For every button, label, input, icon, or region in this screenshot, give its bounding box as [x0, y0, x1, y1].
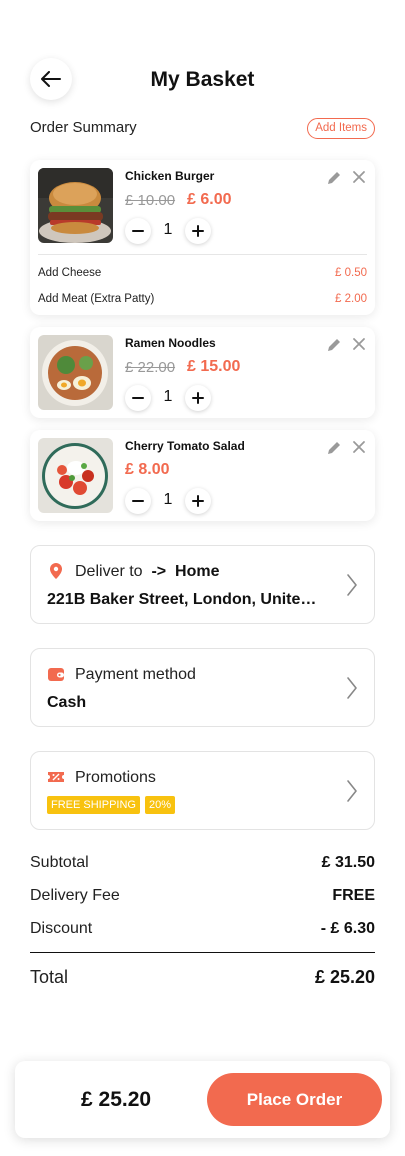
- quantity-stepper: 1: [125, 218, 215, 244]
- delivery-fee-row: Delivery Fee FREE: [30, 887, 375, 907]
- cherry-tomato-salad-image: [38, 438, 113, 513]
- increase-quantity-button[interactable]: [185, 385, 211, 411]
- order-summary-label: Order Summary: [30, 119, 137, 136]
- addon-label: Add Cheese: [38, 267, 102, 279]
- quantity-value: 1: [163, 221, 173, 238]
- order-summary-row: Order Summary Add Items: [30, 118, 375, 140]
- addon-label: Add Meat (Extra Patty): [38, 293, 155, 305]
- item-name: Chicken Burger: [125, 169, 215, 183]
- chevron-right-icon: [347, 574, 357, 596]
- quantity-value: 1: [163, 388, 173, 405]
- delivery-title: Deliver to -> Home: [75, 563, 219, 581]
- delivery-label: Deliver to: [75, 563, 143, 580]
- item-old-price: £ 10.00: [125, 192, 176, 209]
- discount-row: Discount - £ 6.30: [30, 920, 375, 940]
- totals-divider: [30, 952, 375, 953]
- addon-price: £ 0.50: [335, 267, 367, 279]
- coupon-icon: [48, 772, 64, 782]
- plus-icon: [192, 495, 204, 507]
- basket-item-cherry-tomato-salad: Cherry Tomato Salad £ 8.00 1: [30, 430, 375, 521]
- chevron-right-icon: [347, 677, 357, 699]
- discount-value: - £ 6.30: [320, 920, 375, 937]
- pencil-icon[interactable]: [326, 337, 342, 353]
- minus-icon: [132, 230, 144, 232]
- delivery-fee-value: FREE: [332, 887, 375, 904]
- delivery-address: 221B Baker Street, London, United K...: [47, 591, 322, 608]
- payment-method-card[interactable]: Payment method Cash: [30, 648, 375, 727]
- plus-icon: [192, 392, 204, 404]
- wallet-icon: [48, 668, 64, 681]
- basket-item-ramen-noodles: Ramen Noodles £ 22.00 £ 15.00 1: [30, 327, 375, 418]
- delivery-place: Home: [175, 563, 220, 580]
- addon-price: £ 2.00: [335, 293, 367, 305]
- minus-icon: [132, 397, 144, 399]
- quantity-stepper: 1: [125, 488, 215, 514]
- item-price: £ 15.00: [187, 358, 241, 375]
- pencil-icon[interactable]: [326, 170, 342, 186]
- increase-quantity-button[interactable]: [185, 488, 211, 514]
- footer-total: £ 25.20: [81, 1088, 152, 1111]
- divider: [38, 254, 367, 255]
- checkout-footer: £ 25.20 Place Order: [15, 1061, 390, 1138]
- decrease-quantity-button[interactable]: [125, 385, 151, 411]
- promotions-card[interactable]: Promotions FREE SHIPPING 20%: [30, 751, 375, 830]
- increase-quantity-button[interactable]: [185, 218, 211, 244]
- delivery-fee-label: Delivery Fee: [30, 887, 120, 904]
- promo-tag: 20%: [145, 796, 176, 814]
- pencil-icon[interactable]: [326, 440, 342, 456]
- subtotal-value: £ 31.50: [321, 854, 375, 871]
- item-old-price: £ 22.00: [125, 359, 176, 376]
- decrease-quantity-button[interactable]: [125, 218, 151, 244]
- subtotal-row: Subtotal £ 31.50: [30, 854, 375, 874]
- item-price: £ 6.00: [187, 191, 232, 208]
- close-icon[interactable]: [352, 440, 366, 454]
- promotions-title: Promotions: [75, 769, 156, 786]
- minus-icon: [132, 500, 144, 502]
- ramen-noodles-image: [38, 335, 113, 410]
- chicken-burger-image: [38, 168, 113, 243]
- close-icon[interactable]: [352, 337, 366, 351]
- add-items-button[interactable]: Add Items: [307, 118, 375, 139]
- item-name: Ramen Noodles: [125, 336, 216, 350]
- plus-icon: [192, 225, 204, 237]
- quantity-stepper: 1: [125, 385, 215, 411]
- item-price: £ 8.00: [125, 461, 170, 478]
- payment-title: Payment method: [75, 666, 196, 683]
- quantity-value: 1: [163, 491, 173, 508]
- page-title: My Basket: [150, 68, 255, 91]
- item-name: Cherry Tomato Salad: [125, 439, 245, 453]
- place-order-button[interactable]: Place Order: [207, 1073, 382, 1126]
- discount-label: Discount: [30, 920, 93, 937]
- location-pin-icon: [50, 563, 62, 579]
- subtotal-label: Subtotal: [30, 854, 89, 871]
- chevron-right-icon: [347, 780, 357, 802]
- delivery-address-card[interactable]: Deliver to -> Home 221B Baker Street, Lo…: [30, 545, 375, 624]
- delivery-arrow: ->: [151, 563, 167, 580]
- close-icon[interactable]: [352, 170, 366, 184]
- promo-tag: FREE SHIPPING: [47, 796, 140, 814]
- total-row: Total £ 25.20: [30, 967, 375, 991]
- total-value: £ 25.20: [314, 967, 375, 987]
- basket-item-chicken-burger: Chicken Burger £ 10.00 £ 6.00 1 Add Chee…: [30, 160, 375, 315]
- total-label: Total: [30, 967, 69, 987]
- header: My Basket: [30, 58, 375, 104]
- payment-value: Cash: [47, 694, 87, 711]
- decrease-quantity-button[interactable]: [125, 488, 151, 514]
